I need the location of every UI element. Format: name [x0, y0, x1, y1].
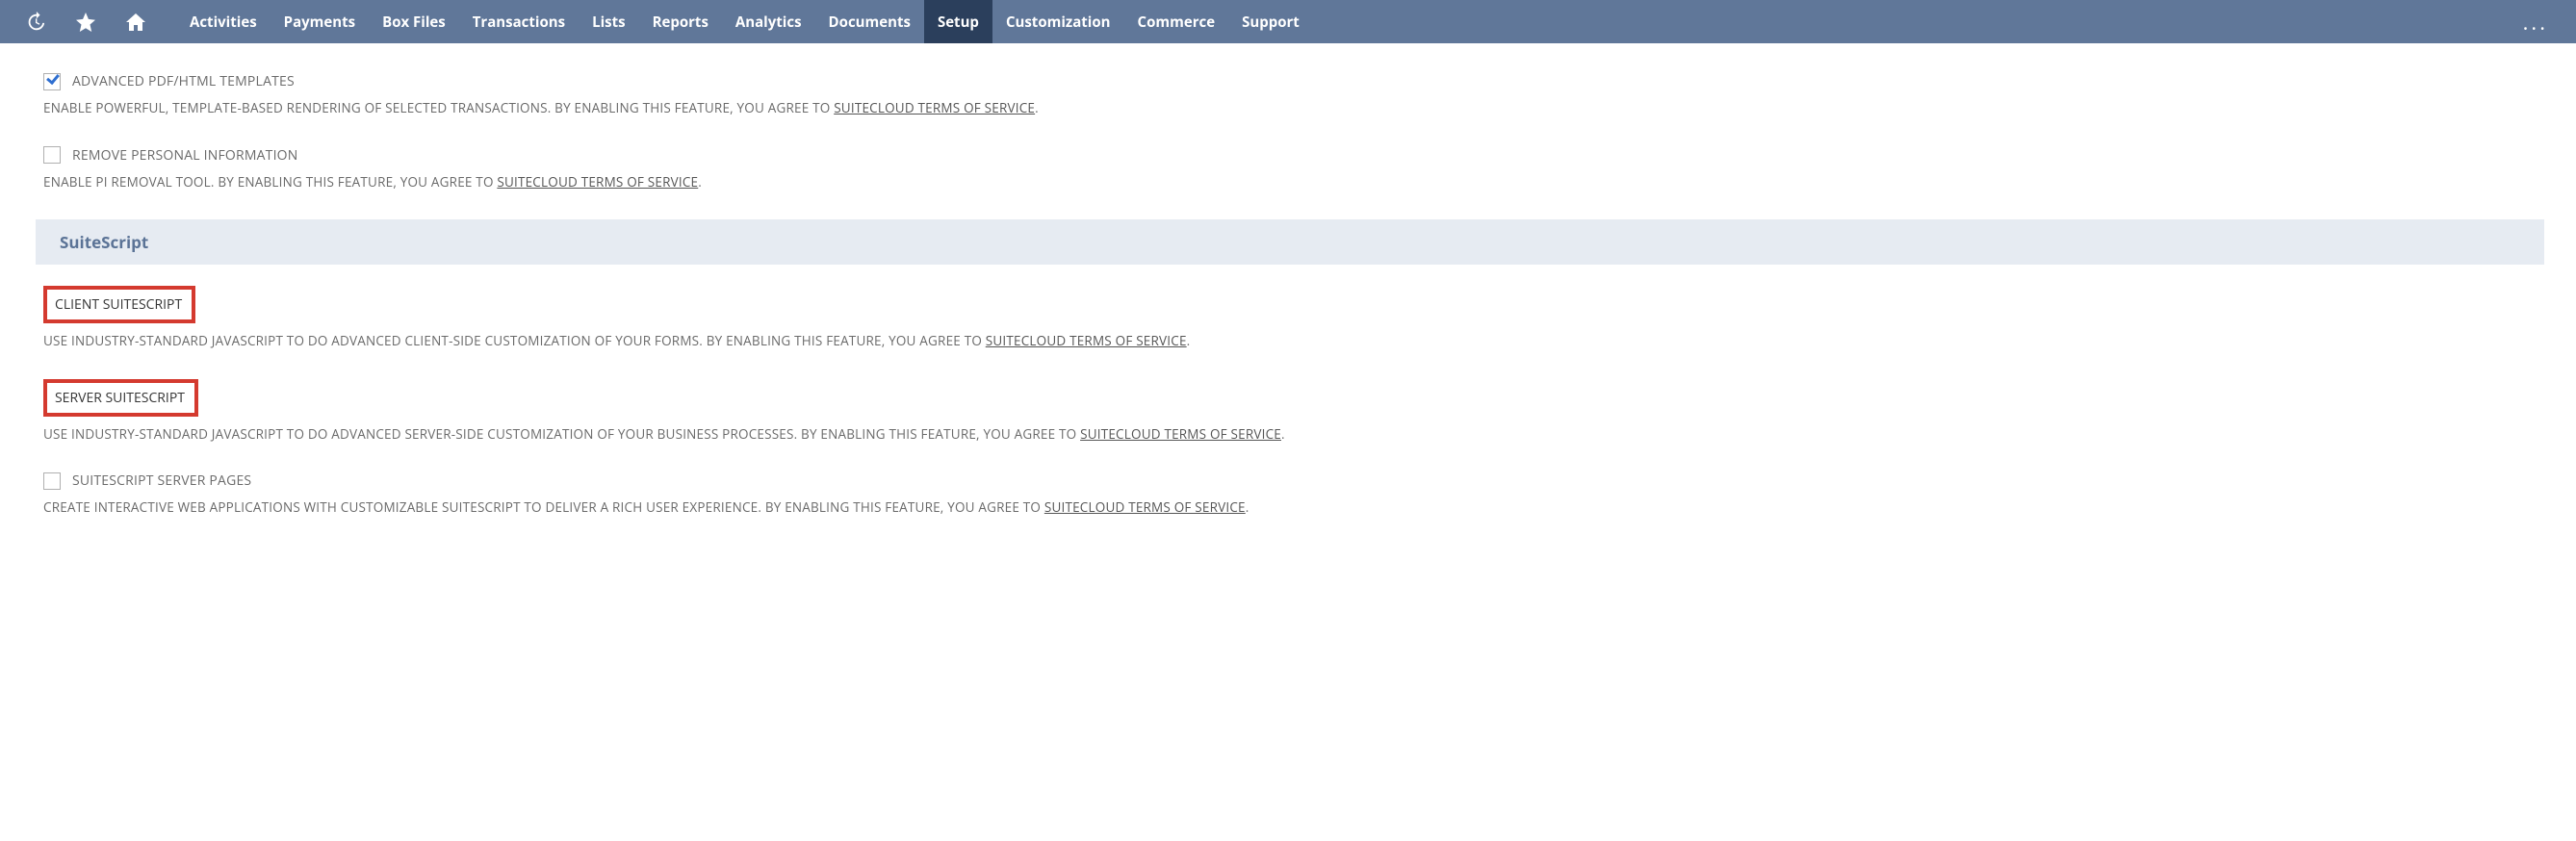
feature-row: REMOVE PERSONAL INFORMATION	[43, 146, 2533, 165]
top-nav: ActivitiesPaymentsBox FilesTransactionsL…	[0, 0, 2576, 43]
desc-text: ENABLE POWERFUL, TEMPLATE-BASED RENDERIN…	[43, 99, 834, 116]
terms-of-service-link[interactable]: SUITECLOUD TERMS OF SERVICE	[1044, 498, 1246, 516]
highlight-box: CLIENT SUITESCRIPT	[43, 286, 195, 323]
nav-item-lists[interactable]: Lists	[579, 0, 638, 43]
nav-item-transactions[interactable]: Transactions	[459, 0, 579, 43]
star-icon[interactable]	[74, 11, 97, 34]
nav-menu: ActivitiesPaymentsBox FilesTransactionsL…	[176, 0, 2510, 43]
feature-description: CREATE INTERACTIVE WEB APPLICATIONS WITH…	[43, 497, 1391, 519]
desc-text: .	[698, 173, 702, 191]
desc-text: .	[1281, 425, 1285, 443]
highlight-box: SERVER SUITESCRIPT	[43, 379, 198, 417]
nav-item-activities[interactable]: Activities	[176, 0, 270, 43]
nav-item-reports[interactable]: Reports	[639, 0, 722, 43]
terms-of-service-link[interactable]: SUITECLOUD TERMS OF SERVICE	[1080, 425, 1281, 443]
nav-item-payments[interactable]: Payments	[270, 0, 369, 43]
nav-item-support[interactable]: Support	[1228, 0, 1313, 43]
checkbox-remove-personal-information[interactable]	[43, 146, 61, 164]
feature-row: SUITESCRIPT SERVER PAGES	[43, 471, 2533, 490]
checkbox-suitescript-server-pages[interactable]	[43, 472, 61, 490]
nav-more-icon[interactable]: ...	[2510, 8, 2562, 37]
desc-text: USE INDUSTRY-STANDARD JAVASCRIPT TO DO A…	[43, 425, 1080, 443]
desc-text: .	[1035, 99, 1039, 116]
nav-item-commerce[interactable]: Commerce	[1124, 0, 1229, 43]
feature-label: SUITESCRIPT SERVER PAGES	[72, 471, 251, 490]
history-icon[interactable]	[24, 11, 47, 34]
nav-item-analytics[interactable]: Analytics	[722, 0, 815, 43]
checkbox-advanced-pdf-html-templates[interactable]	[43, 73, 61, 90]
feature-label: ADVANCED PDF/HTML TEMPLATES	[72, 72, 295, 90]
feature-description: USE INDUSTRY-STANDARD JAVASCRIPT TO DO A…	[43, 331, 1391, 352]
content-area: ADVANCED PDF/HTML TEMPLATES ENABLE POWERF…	[0, 43, 2576, 584]
nav-item-setup[interactable]: Setup	[924, 0, 992, 43]
feature-label: SERVER SUITESCRIPT	[55, 389, 185, 407]
feature-row: ADVANCED PDF/HTML TEMPLATES	[43, 72, 2533, 90]
feature-description: ENABLE POWERFUL, TEMPLATE-BASED RENDERIN…	[43, 98, 1391, 119]
nav-item-customization[interactable]: Customization	[992, 0, 1124, 43]
desc-text: CREATE INTERACTIVE WEB APPLICATIONS WITH…	[43, 498, 1044, 516]
feature-description: USE INDUSTRY-STANDARD JAVASCRIPT TO DO A…	[43, 424, 1391, 446]
section-header-suitescript: SuiteScript	[36, 219, 2544, 265]
desc-text: ENABLE PI REMOVAL TOOL. BY ENABLING THIS…	[43, 173, 497, 191]
desc-text: .	[1246, 498, 1249, 516]
terms-of-service-link[interactable]: SUITECLOUD TERMS OF SERVICE	[986, 332, 1187, 349]
nav-icon-group	[24, 11, 147, 34]
nav-item-documents[interactable]: Documents	[815, 0, 924, 43]
home-icon[interactable]	[124, 11, 147, 34]
feature-label: CLIENT SUITESCRIPT	[55, 295, 182, 314]
desc-text: USE INDUSTRY-STANDARD JAVASCRIPT TO DO A…	[43, 332, 986, 349]
desc-text: .	[1187, 332, 1191, 349]
feature-description: ENABLE PI REMOVAL TOOL. BY ENABLING THIS…	[43, 172, 1391, 193]
terms-of-service-link[interactable]: SUITECLOUD TERMS OF SERVICE	[834, 99, 1035, 116]
nav-item-box-files[interactable]: Box Files	[369, 0, 459, 43]
feature-label: REMOVE PERSONAL INFORMATION	[72, 146, 298, 165]
terms-of-service-link[interactable]: SUITECLOUD TERMS OF SERVICE	[497, 173, 698, 191]
